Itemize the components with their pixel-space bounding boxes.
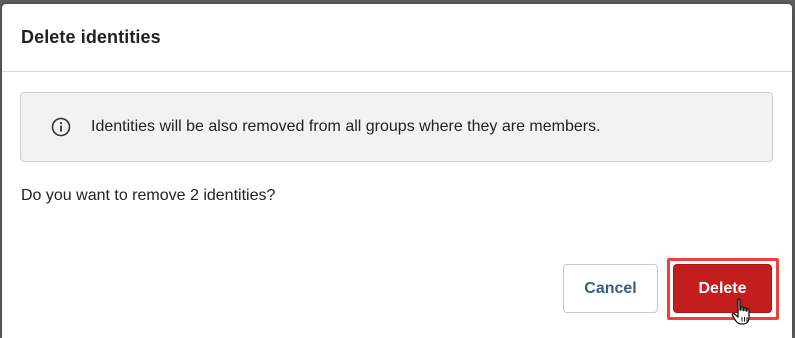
cancel-button[interactable]: Cancel: [563, 264, 658, 313]
confirmation-question: Do you want to remove 2 identities?: [21, 187, 276, 204]
info-alert: Identities will be also removed from all…: [20, 92, 773, 162]
hand-pointer-icon: [731, 298, 750, 325]
alert-message: Identities will be also removed from all…: [91, 118, 601, 135]
info-icon: [51, 117, 71, 137]
dialog-title: Delete identities: [21, 27, 161, 47]
delete-button[interactable]: Delete: [673, 264, 772, 313]
dialog-header: Delete identities: [2, 4, 792, 72]
